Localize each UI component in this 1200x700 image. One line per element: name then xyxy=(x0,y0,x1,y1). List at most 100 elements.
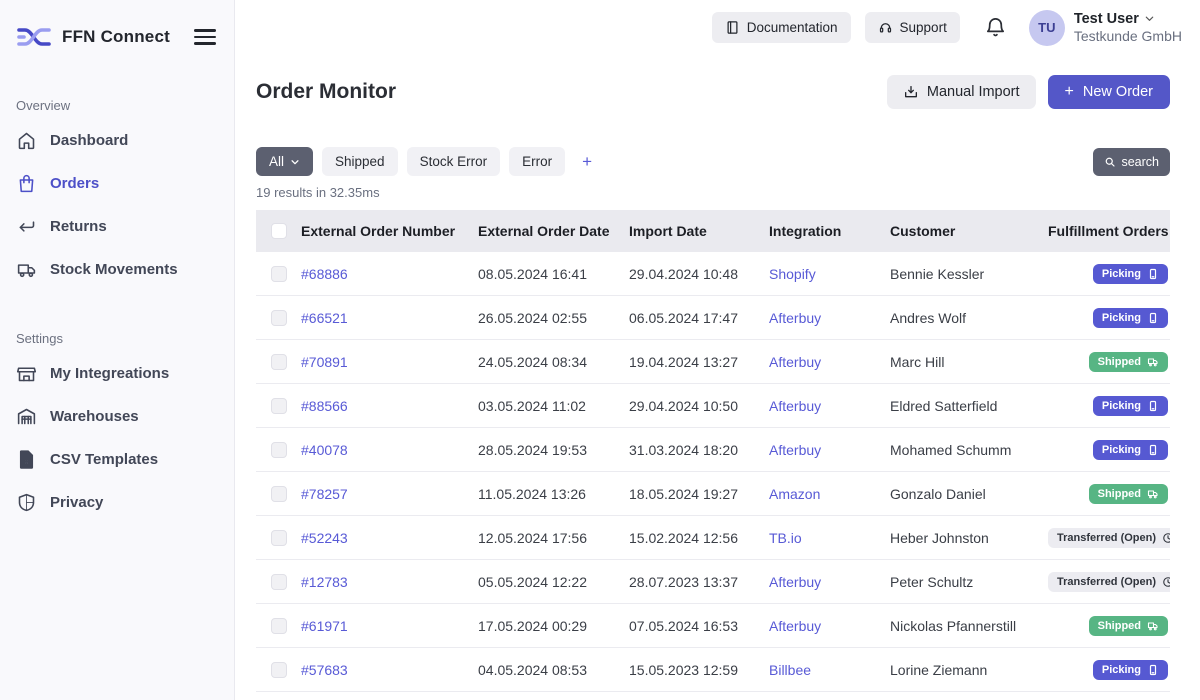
sidebar-item-returns[interactable]: Returns xyxy=(0,205,234,248)
new-order-button[interactable]: + New Order xyxy=(1048,75,1170,109)
integration-link[interactable]: Afterbuy xyxy=(769,398,821,414)
fulfillment-status-badge[interactable]: Transferred (Open) xyxy=(1048,572,1170,592)
integration-link[interactable]: Afterbuy xyxy=(769,442,821,458)
external-order-date: 12.05.2024 17:56 xyxy=(478,530,629,546)
external-order-date: 26.05.2024 02:55 xyxy=(478,310,629,326)
integration-link[interactable]: Afterbuy xyxy=(769,574,821,590)
fulfillment-status-badge[interactable]: Picking xyxy=(1093,660,1168,680)
sidebar-item-stock-movements[interactable]: Stock Movements xyxy=(0,248,234,291)
sidebar-item-csv-templates[interactable]: x CSV Templates xyxy=(0,438,234,481)
table-row: #61971 17.05.2024 00:29 07.05.2024 16:53… xyxy=(256,604,1170,648)
integration-link[interactable]: Afterbuy xyxy=(769,618,821,634)
documentation-button[interactable]: Documentation xyxy=(712,12,851,43)
fulfillment-status-badge[interactable]: Shipped xyxy=(1089,484,1168,504)
sidebar-item-label: Privacy xyxy=(50,494,103,511)
row-checkbox[interactable] xyxy=(271,266,287,282)
order-number-link[interactable]: #12783 xyxy=(301,574,348,590)
order-number-link[interactable]: #52243 xyxy=(301,530,348,546)
table-row: #52243 12.05.2024 17:56 15.02.2024 12:56… xyxy=(256,516,1170,560)
manual-import-button[interactable]: Manual Import xyxy=(887,75,1036,109)
integration-link[interactable]: Afterbuy xyxy=(769,310,821,326)
filter-stock-error[interactable]: Stock Error xyxy=(407,147,501,176)
fulfillment-status-badge[interactable]: Picking xyxy=(1093,264,1168,284)
fulfillment-status-badge[interactable]: Transferred (Open) xyxy=(1048,528,1170,548)
row-checkbox[interactable] xyxy=(271,618,287,634)
user-menu[interactable]: TU Test User Testkunde GmbH xyxy=(1029,10,1182,46)
clock-icon xyxy=(1162,576,1170,588)
csv-file-icon: x xyxy=(16,449,37,470)
customer-name: Nickolas Pfannerstill xyxy=(890,618,1048,634)
fulfillment-status-badge[interactable]: Picking xyxy=(1093,396,1168,416)
order-number-link[interactable]: #70891 xyxy=(301,354,348,370)
row-checkbox[interactable] xyxy=(271,398,287,414)
external-order-date: 11.05.2024 13:26 xyxy=(478,486,629,502)
fulfillment-status-badge[interactable]: Picking xyxy=(1093,308,1168,328)
plus-icon: + xyxy=(1065,84,1074,100)
row-checkbox[interactable] xyxy=(271,442,287,458)
order-number-link[interactable]: #57683 xyxy=(301,662,348,678)
filter-error[interactable]: Error xyxy=(509,147,565,176)
orders-table: External Order Number External Order Dat… xyxy=(256,210,1170,692)
fulfillment-status-badge[interactable]: Picking xyxy=(1093,440,1168,460)
filter-all-label: All xyxy=(269,154,284,169)
external-order-date: 28.05.2024 19:53 xyxy=(478,442,629,458)
sidebar-item-privacy[interactable]: Privacy xyxy=(0,481,234,524)
external-order-date: 03.05.2024 11:02 xyxy=(478,398,629,414)
filter-all[interactable]: All xyxy=(256,147,313,176)
sidebar-item-my-integreations[interactable]: My Integreations xyxy=(0,352,234,395)
integration-link[interactable]: Amazon xyxy=(769,486,820,502)
shipped-truck-icon xyxy=(1147,620,1159,632)
notifications-bell-icon[interactable] xyxy=(984,16,1007,39)
status-label: Picking xyxy=(1102,312,1141,324)
integration-link[interactable]: Shopify xyxy=(769,266,816,282)
content-area: Documentation Support TU Test User xyxy=(235,0,1200,700)
customer-name: Andres Wolf xyxy=(890,310,1048,326)
order-number-link[interactable]: #88566 xyxy=(301,398,348,414)
fulfillment-status-badge[interactable]: Shipped xyxy=(1089,616,1168,636)
support-label: Support xyxy=(900,20,947,35)
sidebar-item-label: Dashboard xyxy=(50,132,128,149)
results-count: 19 results in 32.35ms xyxy=(256,185,1170,200)
external-order-date: 24.05.2024 08:34 xyxy=(478,354,629,370)
filter-shipped[interactable]: Shipped xyxy=(322,147,398,176)
import-date: 19.04.2024 13:27 xyxy=(629,354,769,370)
support-button[interactable]: Support xyxy=(865,12,960,43)
sidebar-item-orders[interactable]: Orders xyxy=(0,162,234,205)
sidebar-item-warehouses[interactable]: Warehouses xyxy=(0,395,234,438)
row-checkbox[interactable] xyxy=(271,662,287,678)
home-icon xyxy=(16,130,37,151)
column-header-integration: Integration xyxy=(769,223,890,239)
order-number-link[interactable]: #68886 xyxy=(301,266,348,282)
row-checkbox[interactable] xyxy=(271,354,287,370)
integration-link[interactable]: TB.io xyxy=(769,530,802,546)
status-label: Transferred (Open) xyxy=(1057,532,1156,544)
order-number-link[interactable]: #66521 xyxy=(301,310,348,326)
customer-name: Lorine Ziemann xyxy=(890,662,1048,678)
customer-name: Bennie Kessler xyxy=(890,266,1048,282)
fulfillment-status-badge[interactable]: Shipped xyxy=(1089,352,1168,372)
chevron-down-icon xyxy=(290,157,300,167)
table-row: #78257 11.05.2024 13:26 18.05.2024 19:27… xyxy=(256,472,1170,516)
integration-link[interactable]: Billbee xyxy=(769,662,811,678)
integration-link[interactable]: Afterbuy xyxy=(769,354,821,370)
row-checkbox[interactable] xyxy=(271,486,287,502)
order-number-link[interactable]: #40078 xyxy=(301,442,348,458)
brand-row: FFN Connect xyxy=(0,16,234,58)
order-number-link[interactable]: #78257 xyxy=(301,486,348,502)
row-checkbox[interactable] xyxy=(271,310,287,326)
import-date: 06.05.2024 17:47 xyxy=(629,310,769,326)
hamburger-menu-icon[interactable] xyxy=(194,29,216,45)
sidebar-item-dashboard[interactable]: Dashboard xyxy=(0,119,234,162)
row-checkbox[interactable] xyxy=(271,530,287,546)
row-checkbox[interactable] xyxy=(271,574,287,590)
search-button[interactable]: search xyxy=(1093,148,1170,176)
order-number-link[interactable]: #61971 xyxy=(301,618,348,634)
import-date: 07.05.2024 16:53 xyxy=(629,618,769,634)
app-window: FFN Connect Overview Dashboard Orders Re… xyxy=(0,0,1200,700)
add-filter-button[interactable]: + xyxy=(574,148,600,176)
avatar[interactable]: TU xyxy=(1029,10,1065,46)
headset-icon xyxy=(878,20,893,35)
import-date: 15.02.2024 12:56 xyxy=(629,530,769,546)
sidebar-item-label: Warehouses xyxy=(50,408,139,425)
select-all-checkbox[interactable] xyxy=(271,223,287,239)
